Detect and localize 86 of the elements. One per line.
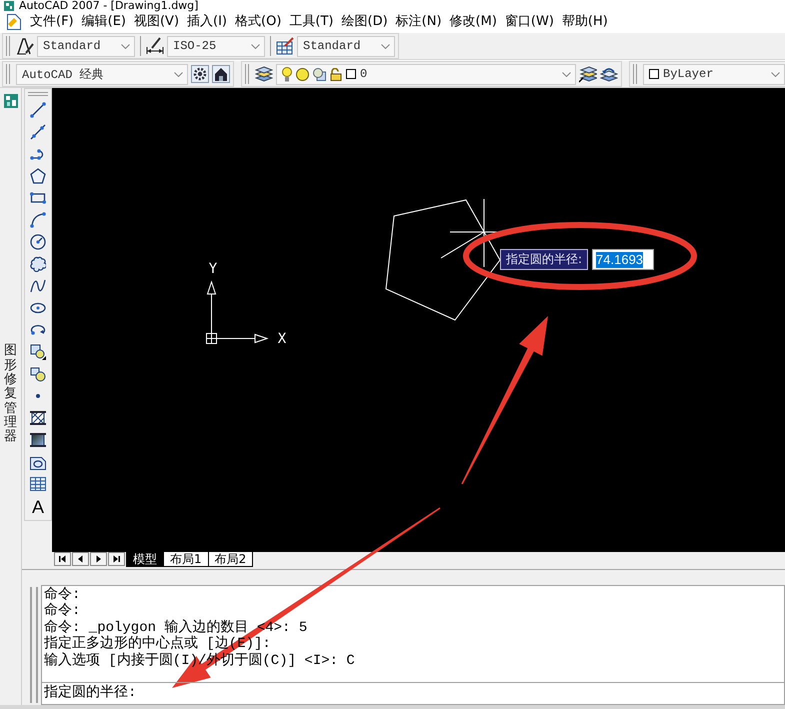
layout-tab[interactable]: 模型 bbox=[126, 552, 164, 567]
toolbar-handle[interactable] bbox=[6, 64, 10, 84]
color-dropdown[interactable]: ByLayer bbox=[643, 64, 785, 84]
menu-item[interactable]: 修改(M) bbox=[446, 13, 501, 31]
command-input-field[interactable]: 指定圆的半径: bbox=[42, 682, 784, 704]
axis-label: X bbox=[278, 331, 286, 347]
grid-tile-icon[interactable] bbox=[4, 94, 18, 108]
hatch-icon[interactable] bbox=[30, 410, 46, 426]
skip-start-icon[interactable] bbox=[54, 552, 71, 566]
input-value: 74.1693 bbox=[596, 252, 644, 268]
gear-icon[interactable] bbox=[191, 65, 209, 83]
document-icon[interactable] bbox=[7, 14, 21, 30]
toolbar-handle[interactable] bbox=[633, 64, 637, 84]
rectangle-icon[interactable] bbox=[30, 190, 46, 206]
insert-shapes-icon[interactable] bbox=[30, 344, 46, 360]
line-icon[interactable] bbox=[30, 102, 46, 118]
chevron-icon bbox=[121, 44, 130, 48]
circle-icon[interactable] bbox=[30, 234, 46, 250]
point-icon[interactable] bbox=[36, 394, 40, 398]
color-swatch-icon bbox=[346, 69, 356, 79]
triangle-left-icon[interactable] bbox=[72, 552, 89, 566]
window-grip[interactable] bbox=[30, 587, 38, 703]
chevron-icon bbox=[174, 72, 183, 76]
color-swatch-icon bbox=[649, 69, 659, 79]
menu-item[interactable]: 帮助(H) bbox=[558, 13, 612, 31]
sun-sheet-icon[interactable] bbox=[313, 68, 326, 80]
layers-icon[interactable] bbox=[255, 66, 273, 82]
layer-dropdown[interactable]: 0 bbox=[276, 64, 576, 84]
y-axis-arrow bbox=[206, 280, 216, 334]
pentagon-icon[interactable] bbox=[30, 168, 46, 184]
x-axis-arrow bbox=[216, 334, 269, 344]
layers-back-icon[interactable] bbox=[600, 66, 618, 82]
lock-icon[interactable] bbox=[330, 68, 342, 80]
menu-item[interactable]: 工具(T) bbox=[285, 13, 338, 31]
style-dropdown[interactable]: Standard bbox=[297, 36, 395, 56]
menu-item[interactable]: 视图(V) bbox=[130, 13, 184, 31]
command-history-line: 命令: bbox=[44, 587, 80, 603]
skip-end-icon[interactable] bbox=[108, 552, 125, 566]
table-icon[interactable] bbox=[30, 476, 46, 492]
dimension-pen-icon[interactable] bbox=[146, 37, 164, 55]
region-icon[interactable] bbox=[30, 454, 46, 470]
workspace-dropdown[interactable]: AutoCAD 经典 bbox=[16, 64, 188, 84]
radius-line bbox=[440, 232, 484, 258]
polyline-icon[interactable] bbox=[30, 146, 46, 162]
cloud-icon[interactable] bbox=[30, 256, 46, 272]
dimension-input-field[interactable]: 74.1693 bbox=[592, 249, 654, 270]
panel-tab[interactable]: 图形修复管理器 bbox=[4, 344, 17, 445]
menu-item[interactable]: 文件(F) bbox=[26, 13, 78, 31]
layout-tab[interactable]: 布局1 bbox=[163, 552, 209, 567]
layout-tab[interactable]: 布局2 bbox=[208, 552, 254, 567]
layers-arrow-icon[interactable] bbox=[579, 66, 597, 82]
style-dropdown[interactable]: ISO-25 bbox=[167, 36, 265, 56]
chevron-icon bbox=[381, 44, 390, 48]
window-title: AutoCAD 2007 - [Drawing1.dwg] bbox=[19, 0, 198, 12]
pen-icon[interactable] bbox=[16, 37, 34, 55]
curve-icon[interactable] bbox=[30, 278, 46, 294]
toolbar-handle[interactable] bbox=[28, 92, 48, 96]
chevron-icon bbox=[562, 72, 571, 76]
menu-item[interactable]: 编辑(E) bbox=[78, 13, 130, 31]
elliptical-arc-icon[interactable] bbox=[30, 322, 46, 338]
dynamic-input-prompt: 指定圆的半径: bbox=[500, 249, 588, 270]
gradient-icon[interactable] bbox=[30, 432, 46, 448]
triangle-right-icon[interactable] bbox=[90, 552, 107, 566]
ellipse-icon[interactable] bbox=[30, 300, 46, 316]
arc-icon[interactable] bbox=[30, 212, 46, 228]
menu-item[interactable]: 绘图(D) bbox=[338, 13, 392, 31]
sun-icon[interactable] bbox=[296, 68, 309, 80]
axis-label: Y bbox=[208, 261, 218, 277]
house-icon[interactable] bbox=[212, 65, 230, 83]
menu-item[interactable]: 插入(I) bbox=[183, 13, 232, 31]
toolbar-handle[interactable] bbox=[245, 64, 249, 84]
light-bulb-icon[interactable] bbox=[282, 66, 292, 82]
drawing-canvas[interactable]: Y X 指定圆的半径: 74.1693 bbox=[52, 88, 785, 552]
text-tool-button[interactable]: A bbox=[32, 498, 44, 516]
table-pen-icon[interactable] bbox=[276, 37, 294, 55]
shapes-icon[interactable] bbox=[30, 366, 46, 382]
construction-line-icon[interactable] bbox=[30, 124, 46, 140]
style-dropdown[interactable]: Standard bbox=[37, 36, 135, 56]
menu-item[interactable]: 窗口(W) bbox=[500, 13, 558, 31]
menu-item[interactable]: 格式(O) bbox=[231, 13, 286, 31]
chevron-icon bbox=[251, 44, 260, 48]
menu-item[interactable]: 标注(N) bbox=[392, 13, 446, 31]
chevron-icon bbox=[771, 72, 780, 76]
command-history-line: 命令: bbox=[44, 603, 80, 620]
origin-square-icon bbox=[206, 333, 217, 344]
toolbar-handle[interactable] bbox=[6, 36, 10, 56]
